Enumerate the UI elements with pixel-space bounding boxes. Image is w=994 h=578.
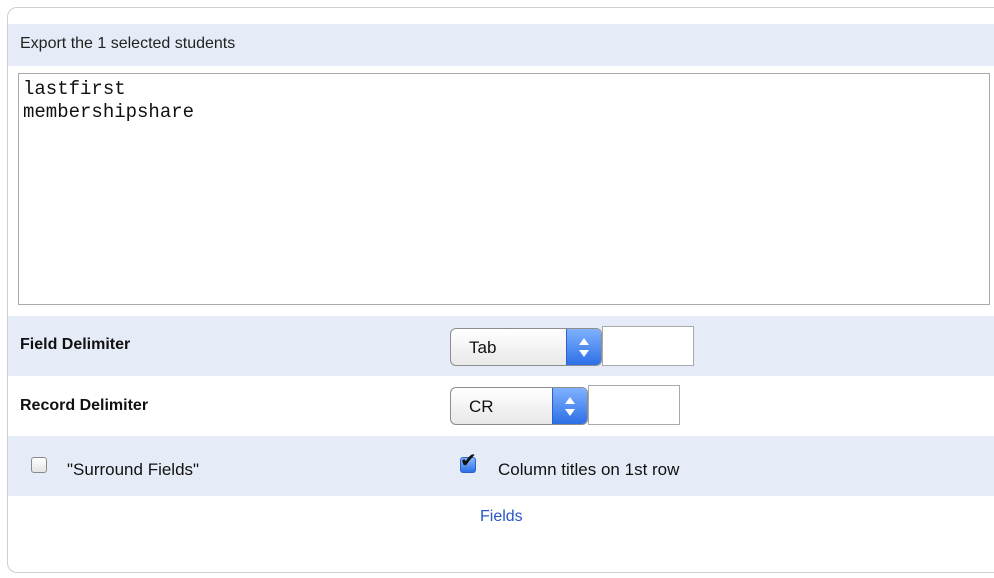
record-delimiter-selected: CR: [469, 397, 494, 416]
column-titles-checkbox[interactable]: ✔: [460, 450, 477, 473]
surround-fields-label: "Surround Fields": [67, 460, 200, 479]
record-delimiter-label: Record Delimiter: [20, 397, 149, 414]
field-delimiter-custom-input[interactable]: [602, 326, 694, 366]
record-delimiter-custom-input[interactable]: [588, 385, 680, 425]
surround-fields-checkbox[interactable]: [31, 457, 47, 473]
field-delimiter-select[interactable]: Tab: [450, 328, 602, 366]
column-titles-label: Column titles on 1st row: [498, 460, 680, 479]
up-down-arrows-icon: [566, 329, 601, 365]
export-fields-textarea[interactable]: lastfirst membershipshare: [18, 73, 990, 305]
field-delimiter-selected: Tab: [469, 338, 497, 357]
field-delimiter-label: Field Delimiter: [20, 336, 131, 353]
export-header: Export the 1 selected students: [20, 35, 236, 52]
up-down-arrows-icon: [552, 388, 587, 424]
record-delimiter-select[interactable]: CR: [450, 387, 588, 425]
fields-link[interactable]: Fields: [480, 508, 523, 526]
checkmark-icon: ✔: [460, 448, 477, 472]
